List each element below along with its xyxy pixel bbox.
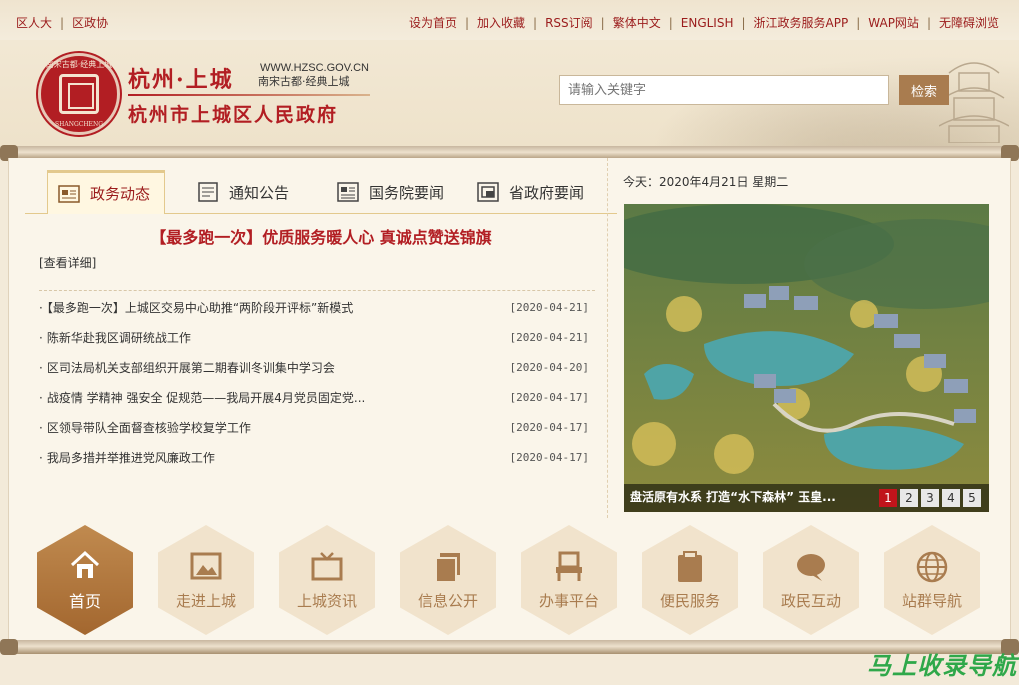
view-detail-link[interactable]: [查看详细] [39,254,96,271]
nav-label: 便民服务 [659,591,720,610]
globe-icon [916,551,948,582]
nav-label: 站群导航 [901,591,962,610]
tab-state-council[interactable]: 国务院要闻 [337,170,444,214]
list-item[interactable]: 区司法局机关支部组织开展第二期春训冬训集中学习会 [2020-04-20] [39,352,589,382]
column-divider [607,158,608,518]
tab-label: 通知公告 [229,183,290,202]
search-button[interactable]: 检索 [899,75,949,105]
city-seal-logo[interactable]: 南宋古都·经典上城 SHANGCHENG [38,53,120,135]
pager-dot[interactable]: 4 [942,489,960,507]
link-wap[interactable]: WAP网站 [868,16,919,30]
link-english[interactable]: ENGLISH [681,16,734,30]
search-input[interactable] [559,75,889,105]
news-tabs: 政务动态 通知公告 国务院要闻 省政府要闻 [25,170,617,214]
today-date: 今天：2020年4月21日 星期二 [623,175,789,189]
tab-label: 政务动态 [90,185,151,203]
brand-title: 杭州市上城区人民政府 [128,104,339,126]
list-divider [39,290,595,291]
pager-dot[interactable]: 1 [879,489,897,507]
chair-icon [556,551,582,581]
link-cppcc[interactable]: 区政协 [72,16,108,30]
tv-icon [311,551,343,580]
news-date: [2020-04-20] [509,360,589,374]
tab-provincial[interactable]: 省政府要闻 [477,170,584,214]
tab-label: 省政府要闻 [509,183,585,202]
watermark: 马上收录导航 [867,652,1017,680]
news-date: [2020-04-17] [509,420,589,434]
nav-label: 走进上城 [175,591,236,610]
pager-dot[interactable]: 3 [921,489,939,507]
news-title[interactable]: 区司法局机关支部组织开展第二期春训冬训集中学习会 [39,359,335,376]
news-date: [2020-04-17] [509,390,589,404]
top-left-links: 区人大 | 区政协 [16,16,109,30]
news-date: [2020-04-21] [509,330,589,344]
hex-nav: 首页 走进上城 上城资讯 信息公开 办事平台 便民服务 政民互动 站群导航 [37,525,997,635]
nav-sites[interactable]: 站群导航 [884,525,980,635]
nav-label: 信息公开 [417,591,478,610]
window-icon [477,182,499,202]
document-icon [198,182,218,202]
seal-bottom-text: SHANGCHENG [55,121,103,128]
pager-dot[interactable]: 5 [963,489,981,507]
slider-caption[interactable]: 盘活原有水系 打造“水下森林” 玉皇... [630,488,836,505]
link-app[interactable]: 浙江政务服务APP [754,16,849,30]
news-date: [2020-04-21] [509,300,589,314]
nav-home[interactable]: 首页 [37,525,133,635]
link-traditional[interactable]: 繁体中文 [613,16,661,30]
slider-pager: 1 2 3 4 5 [879,489,981,507]
news-title[interactable]: 我局多措并举推进党风廉政工作 [39,449,215,466]
link-set-home[interactable]: 设为首页 [409,16,457,30]
list-item[interactable]: 【最多跑一次】上城区交易中心助推“两阶段开评标”新模式 [2020-04-21] [39,292,589,322]
pager-dot[interactable]: 2 [900,489,918,507]
aerial-photo [624,204,989,512]
list-item[interactable]: 我局多措并举推进党风廉政工作 [2020-04-17] [39,442,589,472]
news-title[interactable]: 战疫情 学精神 强安全 促规范——我局开展4月党员固定党... [39,389,366,406]
nav-label: 首页 [68,592,101,611]
clipboard-icon [678,550,702,582]
nav-interaction[interactable]: 政民互动 [763,525,859,635]
nav-label: 办事平台 [538,591,599,610]
nav-news[interactable]: 上城资讯 [279,525,375,635]
news-title[interactable]: 陈新华赴我区调研统战工作 [39,329,191,346]
list-item[interactable]: 区领导带队全面督查核验学校复学工作 [2020-04-17] [39,412,589,442]
link-favorite[interactable]: 加入收藏 [477,16,525,30]
top-bar: 区人大 | 区政协 设为首页 | 加入收藏 | RSS订阅 | 繁体中文 | ENGLISH | 浙江政… [0,0,1019,40]
tab-government-news[interactable]: 政务动态 [47,170,166,214]
header: 南宋古都·经典上城 SHANGCHENG 杭州·上城 WWW.HZSC.GOV.… [0,40,1019,148]
nav-label: 政民互动 [780,591,841,610]
nav-disclosure[interactable]: 信息公开 [400,525,496,635]
news-date: [2020-04-17] [509,450,589,464]
news-list: 【最多跑一次】上城区交易中心助推“两阶段开评标”新模式[2020-04-21] … [39,292,589,472]
headline[interactable]: 【最多跑一次】优质服务暖人心 真诚点赞送锦旗 [25,224,617,248]
list-item[interactable]: 陈新华赴我区调研统战工作 [2020-04-21] [39,322,589,352]
chat-icon [797,553,825,581]
nav-convenience[interactable]: 便民服务 [642,525,738,635]
main-panel: 政务动态 通知公告 国务院要闻 省政府要闻 【最多跑一次】优质服务暖人心 真诚点… [8,158,1011,642]
photo-slider[interactable]: 盘活原有水系 打造“水下森林” 玉皇... 1 2 3 4 5 [624,204,989,512]
news-icon [337,182,359,202]
newspaper-icon [58,184,80,203]
tab-notices[interactable]: 通知公告 [197,170,289,214]
brand-divider [128,94,370,96]
brand-slogan: 南宋古都·经典上城 [258,75,350,88]
tab-label: 国务院要闻 [369,183,445,202]
top-right-links: 设为首页 | 加入收藏 | RSS订阅 | 繁体中文 | ENGLISH | 浙江政务服务APP | W… [408,16,999,30]
seal-top-text: 南宋古都·经典上城 [45,60,113,69]
link-npc[interactable]: 区人大 [16,16,52,30]
files-icon [435,552,460,583]
nav-services[interactable]: 办事平台 [521,525,617,635]
home-icon [70,550,100,578]
link-rss[interactable]: RSS订阅 [545,16,593,30]
link-accessibility[interactable]: 无障碍浏览 [939,16,999,30]
nav-label: 上城资讯 [296,591,357,610]
list-item[interactable]: 战疫情 学精神 强安全 促规范——我局开展4月党员固定党... [2020-04-… [39,382,589,412]
picture-icon [190,552,222,579]
brand-top: 杭州·上城 [128,67,234,93]
news-title[interactable]: 【最多跑一次】上城区交易中心助推“两阶段开评标”新模式 [39,299,353,316]
pagoda-icon [939,62,1009,143]
news-title[interactable]: 区领导带队全面督查核验学校复学工作 [39,419,251,436]
nav-about[interactable]: 走进上城 [158,525,254,635]
